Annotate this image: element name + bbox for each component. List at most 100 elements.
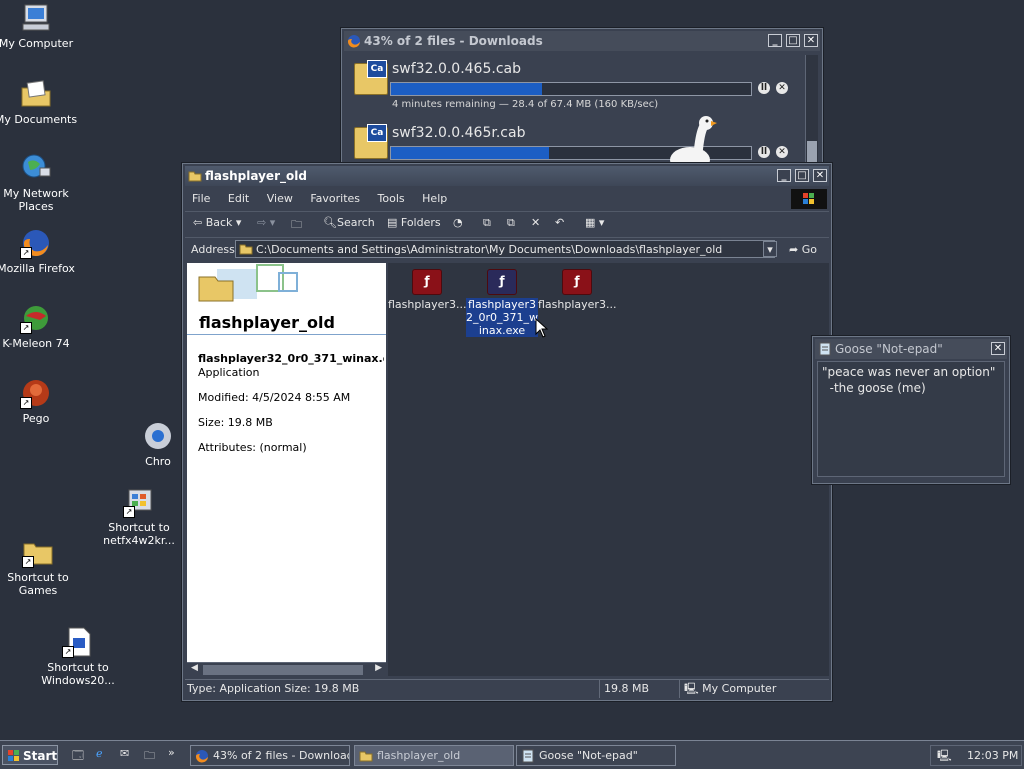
notepad-icon [818,342,832,356]
file-list[interactable]: ƒ flashplayer3... ƒ flashplayer32_0r0_37… [388,263,829,676]
file-item[interactable]: ƒ flashplayer3... [388,263,466,311]
shortcut-arrow-icon: ↗ [20,247,32,259]
address-dropdown-button[interactable]: ▾ [763,241,777,257]
notepad-titlebar[interactable]: Goose "Not-epad" ✕ [815,339,1007,359]
copy-to-button[interactable]: ⧉ [507,216,515,230]
menu-file[interactable]: File [185,189,217,208]
close-button[interactable]: ✕ [804,34,818,47]
network-globe-icon [20,152,52,184]
taskbar-downloads-button[interactable]: 43% of 2 files - Downloads [190,745,350,766]
go-arrow-icon: ➦ [789,243,802,256]
more-chevron-icon[interactable]: » [168,746,175,759]
delete-button[interactable]: ✕ [531,216,540,229]
folder-icon [239,243,253,257]
close-button[interactable]: ✕ [813,169,827,182]
search-button[interactable]: 🔍︎Search [323,216,375,229]
scroll-thumb[interactable] [807,141,817,165]
cab-file-icon: Ca [354,60,388,95]
scroll-right-arrow[interactable]: ▶ [375,663,382,673]
go-button[interactable]: ➦ Go [789,243,817,256]
back-button[interactable]: ⇦ Back ▾ [193,216,241,229]
minimize-button[interactable]: _ [768,34,782,47]
desktop-icon-firefox[interactable]: ↗ Mozilla Firefox [0,227,78,275]
forward-button[interactable]: ⇨ ▾ [257,216,275,229]
status-bar: Type: Application Size: 19.8 MB 19.8 MB … [185,679,829,698]
desktop-icon-windows-shortcut[interactable]: ↗ Shortcut to Windows20... [36,626,120,687]
folder-banner: flashplayer_old [187,263,386,336]
explorer-window[interactable]: flashplayer_old _ □ ✕ File Edit View Fav… [182,163,832,701]
folders-button[interactable]: ▤ Folders [387,216,441,229]
cancel-download-button[interactable]: ✕ [776,82,788,94]
search-icon: 🔍︎ [323,216,337,229]
desktop-icon-chrome[interactable]: Chro [128,420,188,468]
desktop-icon-pego[interactable]: ↗ Pego [0,377,78,425]
menu-tools[interactable]: Tools [371,189,412,208]
desktop-icon-my-computer[interactable]: My Computer [0,2,78,50]
search-label: Search [336,216,375,229]
folders-label: Folders [400,216,441,229]
tray-network-icon[interactable]: 🖳 [937,746,952,766]
desktop-icon-netfx-shortcut[interactable]: ↗ Shortcut to netfx4w2kr... [97,486,181,547]
download-item[interactable]: Ca swf32.0.0.465r.cab ll ✕ [352,119,792,165]
desktop-icon-network-places[interactable]: My Network Places [0,152,78,213]
outlook-icon[interactable]: ✉ [120,747,129,760]
downloads-titlebar[interactable]: 43% of 2 files - Downloads _ □ ✕ [344,31,820,51]
download-item[interactable]: Ca swf32.0.0.465.cab 4 minutes remaining… [352,55,792,115]
computer-icon [20,2,52,34]
installer-icon: ↗ [123,486,155,518]
flash-file-icon: ƒ [562,269,592,295]
address-field[interactable]: C:\Documents and Settings\Administrator\… [235,240,775,258]
scroll-left-arrow[interactable]: ◀ [191,663,198,673]
desktop-icon-my-documents[interactable]: My Documents [0,78,78,126]
selected-file-type: Application [198,366,260,379]
pause-button[interactable]: ll [758,146,770,158]
selected-file-name: flashplayer32_0r0_371_winax.exe [198,352,384,365]
start-button[interactable]: Start [2,745,58,765]
windows-logo-icon [791,189,827,209]
file-item-selected[interactable]: ƒ flashplayer32_0r0_371_winax.exe [463,263,541,337]
taskbar-button-label: Goose "Not-epad" [539,749,638,762]
taskbar-explorer-button[interactable]: flashplayer_old [354,745,514,766]
pause-button[interactable]: ll [758,82,770,94]
explorer-icon[interactable]: 🗀 [144,747,155,766]
flash-file-icon: ƒ [487,269,517,295]
up-folder-button[interactable]: 🗀 [291,216,302,235]
shortcut-arrow-icon: ↗ [20,397,32,409]
notepad-text-area[interactable]: "peace was never an option" -the goose (… [817,361,1005,477]
file-item[interactable]: ƒ flashplayer3... [538,263,616,311]
menu-edit[interactable]: Edit [221,189,256,208]
windows-logo-icon [7,749,21,769]
downloads-window[interactable]: 43% of 2 files - Downloads _ □ ✕ Ca swf3… [341,28,823,170]
scroll-thumb[interactable] [203,665,363,675]
maximize-button[interactable]: □ [795,169,809,182]
desktop-icon-k-meleon[interactable]: ↗ K-Meleon 74 [0,302,78,350]
file-label: flashplayer3... [538,298,617,311]
clock[interactable]: 12:03 PM [967,746,1018,766]
maximize-button[interactable]: □ [786,34,800,47]
ie-icon[interactable]: ℯ [96,747,103,760]
menu-view[interactable]: View [260,189,300,208]
menu-help[interactable]: Help [415,189,454,208]
desktop-icon-games-shortcut[interactable]: ↗ Shortcut to Games [0,536,80,597]
move-to-button[interactable]: ⧉ [483,216,491,230]
show-desktop-icon[interactable]: 🗔 [72,747,84,766]
firefox-icon: ↗ [20,227,52,259]
details-pane: flashplayer_old flashplayer32_0r0_371_wi… [187,263,386,662]
explorer-titlebar[interactable]: flashplayer_old _ □ ✕ [185,166,829,186]
views-button[interactable]: ▦ ▾ [585,216,604,229]
notepad-window[interactable]: Goose "Not-epad" ✕ "peace was never an o… [812,336,1010,484]
minimize-button[interactable]: _ [777,169,791,182]
cancel-download-button[interactable]: ✕ [776,146,788,158]
desktop-icon-label: Chro [145,455,171,468]
desktop-icon-label: Pego [22,412,50,425]
downloads-scrollbar[interactable] [805,55,818,167]
undo-button[interactable]: ↶ [555,216,564,229]
download-filename: swf32.0.0.465r.cab [392,125,526,141]
k-meleon-icon: ↗ [20,302,52,334]
details-pane-hscrollbar[interactable]: ◀ ▶ [187,662,386,677]
history-button[interactable]: ◔ [453,216,463,229]
taskbar-notepad-button[interactable]: Goose "Not-epad" [516,745,676,766]
close-button[interactable]: ✕ [991,342,1005,355]
selected-file-attributes: Attributes: (normal) [198,441,307,454]
menu-favorites[interactable]: Favorites [303,189,367,208]
